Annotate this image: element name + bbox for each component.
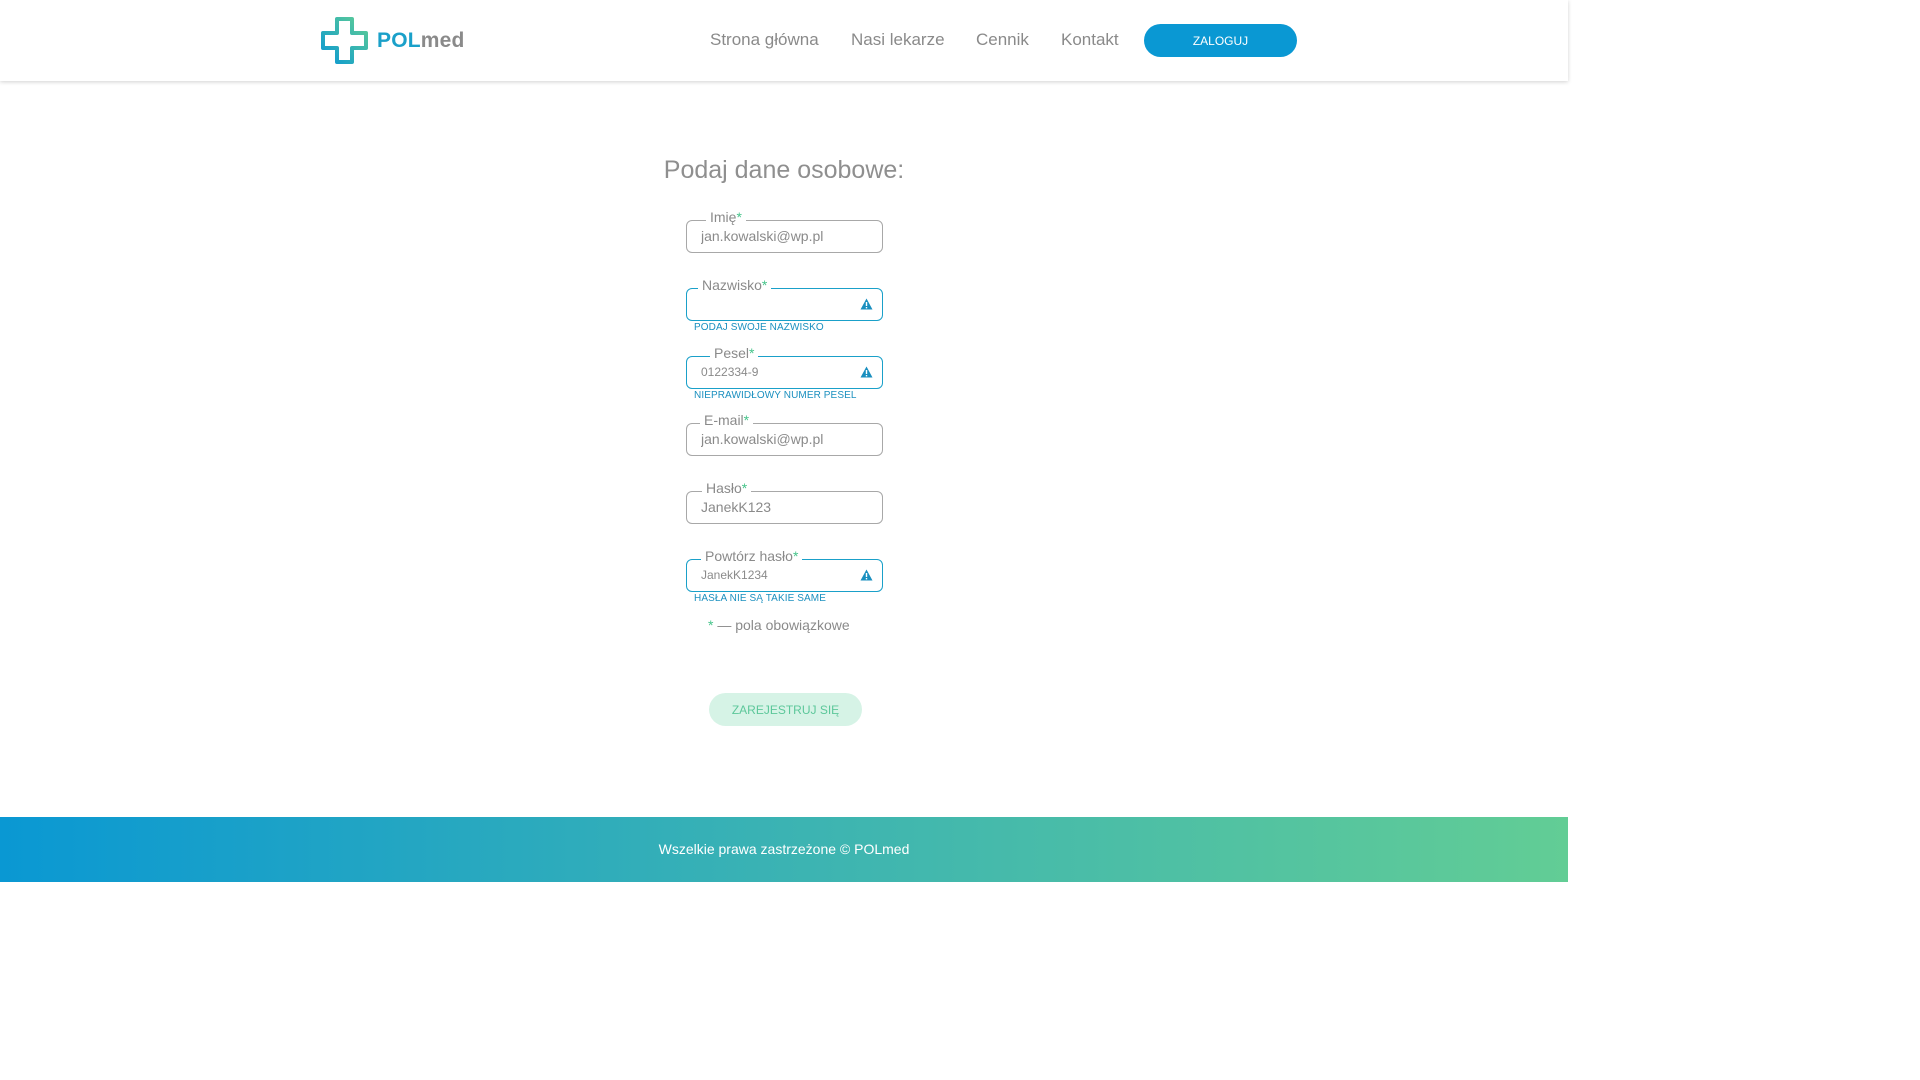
register-button[interactable]: ZAREJESTRUJ SIĘ	[709, 693, 862, 726]
copyright-text: Wszelkie prawa zastrzeżone © POLmed	[658, 841, 910, 857]
last-name-label: Nazwisko*	[698, 277, 772, 293]
last-name-field: Nazwisko*	[686, 277, 883, 321]
pesel-input[interactable]	[701, 363, 851, 381]
nav-home[interactable]: Strona główna	[710, 30, 819, 50]
password-input[interactable]	[701, 498, 851, 516]
login-button[interactable]: ZALOGUJ	[1144, 24, 1297, 57]
nav-doctors[interactable]: Nasi lekarze	[851, 30, 945, 50]
top-header: POLmed Strona główna Nasi lekarze Cennik…	[0, 0, 1568, 81]
warning-triangle-icon	[860, 366, 873, 378]
email-input[interactable]	[701, 430, 851, 448]
required-fields-note: * — pola obowiązkowe	[708, 617, 850, 633]
repeat-password-input[interactable]	[701, 566, 851, 584]
password-field: Hasło*	[686, 480, 883, 524]
first-name-input[interactable]	[701, 227, 851, 245]
email-label: E-mail*	[700, 412, 754, 428]
brand-logo[interactable]: POLmed	[320, 16, 465, 65]
pesel-error: NIEPRAWIDŁOWY NUMER PESEL	[694, 390, 857, 401]
repeat-password-label: Powtórz hasło*	[701, 548, 803, 564]
brand-name: POLmed	[377, 28, 465, 52]
password-label: Hasło*	[702, 480, 752, 496]
pesel-label: Pesel*	[710, 345, 759, 361]
footer: Wszelkie prawa zastrzeżone © POLmed	[0, 817, 1568, 882]
email-field: E-mail*	[686, 412, 883, 456]
nav-pricing[interactable]: Cennik	[976, 30, 1029, 50]
nav-contact[interactable]: Kontakt	[1061, 30, 1119, 50]
repeat-password-field: Powtórz hasło*	[686, 548, 883, 592]
repeat-password-error: HASŁA NIE SĄ TAKIE SAME	[694, 593, 826, 604]
warning-triangle-icon	[860, 569, 873, 581]
first-name-field: Imię*	[686, 209, 883, 253]
medical-cross-icon	[321, 17, 368, 64]
last-name-error: PODAJ SWOJE NAZWISKO	[694, 322, 824, 333]
warning-triangle-icon	[860, 298, 873, 310]
pesel-field: Pesel*	[686, 345, 883, 389]
page-title: Podaj dane osobowe:	[663, 156, 905, 184]
first-name-label: Imię*	[706, 209, 746, 225]
last-name-input[interactable]	[701, 295, 851, 313]
